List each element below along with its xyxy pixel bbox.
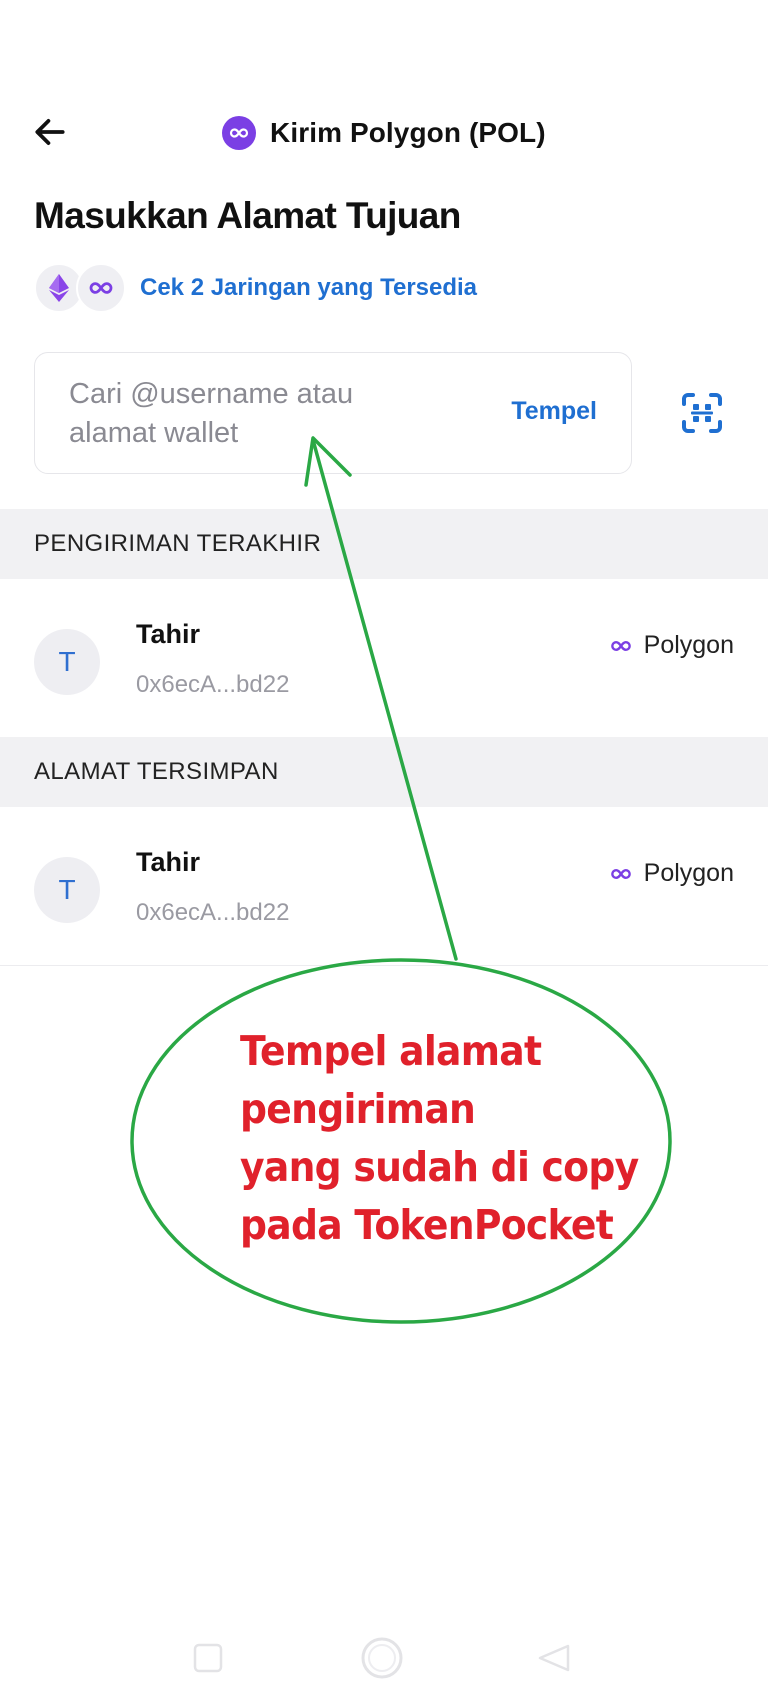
send-address-screen: Kirim Polygon (POL) Masukkan Alamat Tuju… — [0, 0, 768, 1707]
saved-addresses-header: ALAMAT TERSIMPAN — [0, 737, 768, 807]
contact-address: 0x6ecA...bd22 — [136, 899, 290, 926]
contact-network-label: Polygon — [643, 859, 734, 887]
contact-network: Polygon — [608, 859, 734, 888]
annotation-line: Tempel alamat — [240, 1027, 542, 1075]
polygon-icon — [222, 116, 256, 150]
header: Kirim Polygon (POL) — [222, 114, 546, 152]
recent-apps-icon — [193, 1643, 223, 1673]
annotation-line: pada TokenPocket — [240, 1201, 614, 1249]
annotation-line: pengiriman — [240, 1085, 476, 1133]
address-search-input[interactable]: Cari @username atau alamat wallet Tempel — [34, 352, 632, 474]
networks-label: Cek 2 Jaringan yang Tersedia — [140, 274, 478, 301]
annotation-line: yang sudah di copy — [240, 1143, 639, 1191]
arrow-left-icon — [35, 119, 65, 145]
polygon-icon — [76, 263, 126, 313]
paste-button[interactable]: Tempel — [511, 397, 597, 426]
recent-apps-button[interactable] — [190, 1640, 226, 1676]
qr-scan-button[interactable] — [677, 388, 727, 438]
page-title: Masukkan Alamat Tujuan — [34, 195, 461, 236]
system-navigation-bar — [0, 1630, 768, 1690]
contact-name: Tahir — [136, 619, 201, 649]
contact-address: 0x6ecA...bd22 — [136, 671, 290, 698]
avatar: T — [34, 629, 100, 695]
list-divider — [0, 965, 768, 966]
back-button[interactable] — [28, 110, 72, 154]
saved-contact-row[interactable]: T Tahir 0x6ecA...bd22 Polygon — [0, 807, 768, 965]
polygon-icon — [610, 868, 631, 879]
header-title: Kirim Polygon (POL) — [270, 117, 546, 148]
home-icon — [361, 1637, 403, 1679]
search-placeholder[interactable]: Cari @username atau alamat wallet — [69, 375, 429, 453]
recent-contact-row[interactable]: T Tahir 0x6ecA...bd22 Polygon — [0, 579, 768, 737]
annotation-text: Tempel alamat pengiriman yang sudah di c… — [240, 1022, 639, 1254]
polygon-icon — [610, 640, 631, 651]
contact-network-label: Polygon — [643, 631, 734, 659]
recent-sends-header: PENGIRIMAN TERAKHIR — [0, 509, 768, 579]
qr-scan-icon — [682, 393, 722, 433]
system-back-button[interactable] — [534, 1640, 574, 1676]
home-button[interactable] — [358, 1634, 406, 1682]
avatar: T — [34, 857, 100, 923]
available-networks-link[interactable]: Cek 2 Jaringan yang Tersedia — [34, 263, 478, 313]
back-icon — [538, 1644, 570, 1672]
contact-network: Polygon — [608, 631, 734, 660]
contact-name: Tahir — [136, 847, 201, 877]
